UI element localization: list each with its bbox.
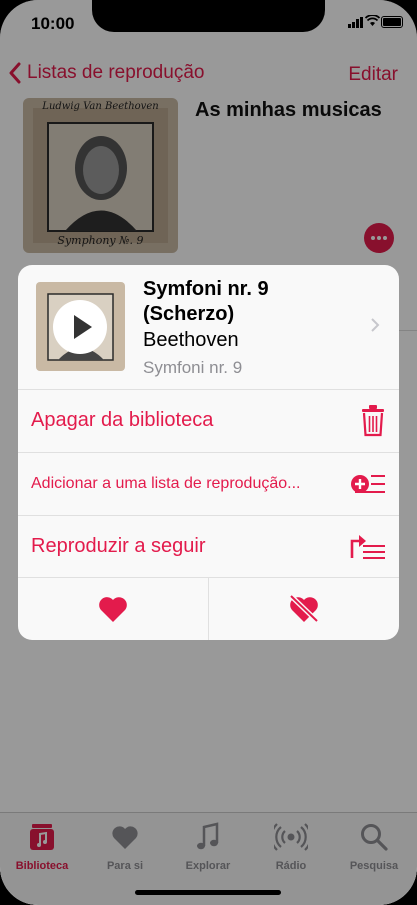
broken-heart-icon (289, 594, 319, 623)
song-artist: Beethoven (143, 329, 239, 351)
trash-icon (362, 405, 384, 437)
play-button[interactable] (53, 300, 107, 354)
heart-icon (99, 597, 127, 622)
love-button[interactable] (18, 578, 208, 640)
song-action-sheet: Symfoni nr. 9 (Scherzo) Beethoven Symfon… (18, 265, 399, 640)
play-icon (74, 315, 92, 339)
dislike-button[interactable] (209, 578, 399, 640)
rating-row (18, 578, 399, 640)
phone-screen: 10:00 Listas de reprodução Editar Ludwig… (0, 0, 417, 905)
delete-from-library-button[interactable]: Apagar da biblioteca (18, 390, 399, 452)
song-title: Symfoni nr. 9 (Scherzo) (143, 278, 269, 325)
play-next-button[interactable]: Reproduzir a seguir (18, 516, 399, 578)
add-to-playlist-button[interactable]: Adicionar a uma lista de reprodução... (18, 453, 399, 515)
chevron-right-icon (371, 318, 380, 332)
song-header[interactable]: Symfoni nr. 9 (Scherzo) Beethoven Symfon… (18, 265, 399, 389)
play-next-icon (350, 535, 385, 559)
add-to-playlist-icon (351, 475, 385, 493)
song-artwork (36, 282, 125, 371)
action-label: Apagar da biblioteca (31, 409, 214, 431)
home-indicator[interactable] (135, 890, 281, 895)
action-label: Reproduzir a seguir (31, 535, 206, 557)
song-album: Symfoni nr. 9 (143, 358, 243, 377)
action-label: Adicionar a uma lista de reprodução... (31, 475, 301, 492)
